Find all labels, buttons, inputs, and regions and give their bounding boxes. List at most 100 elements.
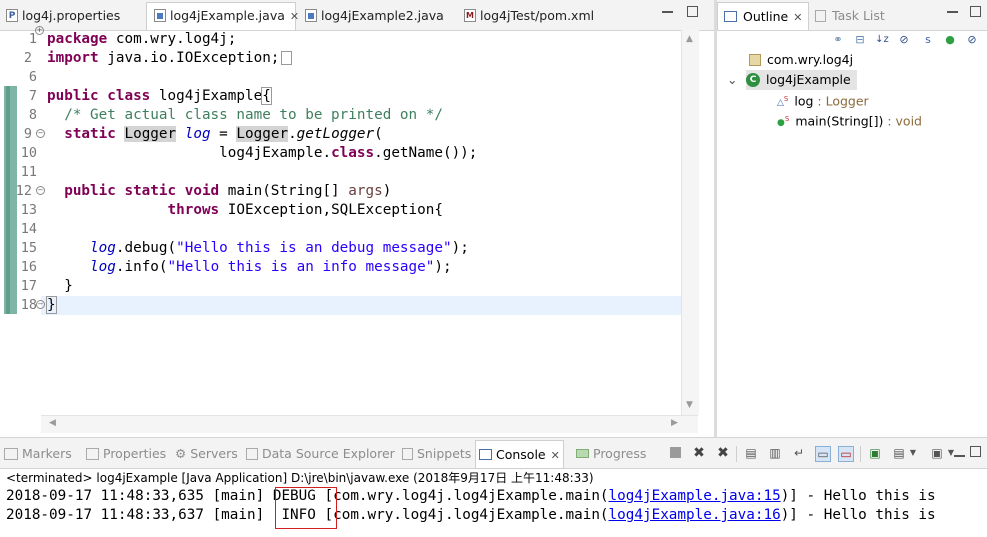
collapse-all-icon[interactable]: ⊟ — [853, 33, 867, 47]
line-number: 11 — [20, 164, 37, 180]
markers-icon — [4, 447, 18, 460]
tab-task-list[interactable]: Task List — [815, 2, 885, 30]
line-number: 6 — [28, 69, 37, 85]
tab-outline[interactable]: Outline ✕ — [717, 2, 809, 30]
minimize-icon[interactable] — [947, 11, 958, 13]
tab-pom-xml[interactable]: Mlog4jTest/pom.xml — [464, 3, 594, 29]
tab-label: log4jTest/pom.xml — [480, 8, 595, 23]
code-line-1: package com.wry.log4j; — [47, 31, 237, 47]
outline-field-node[interactable]: △S log : Logger — [777, 90, 869, 110]
package-icon — [749, 53, 761, 66]
line-number: 14 — [20, 221, 37, 237]
tab-properties[interactable]: Properties — [86, 444, 166, 464]
maximize-icon[interactable] — [687, 6, 698, 17]
outline-method-node[interactable]: ●S main(String[]) : void — [777, 110, 922, 130]
hide-nonpublic-icon[interactable]: ● — [943, 33, 957, 47]
java-file-icon — [305, 9, 317, 22]
code-line-7: public class log4jExample{ — [47, 87, 272, 105]
display-console-icon[interactable]: ▤ — [892, 446, 906, 460]
pin-console-icon[interactable]: ▣ — [868, 446, 882, 460]
close-tab-icon[interactable]: ✕ — [290, 10, 299, 23]
source-link[interactable]: log4jExample.java:15 — [609, 488, 781, 504]
close-tab-icon[interactable]: ✕ — [793, 11, 802, 24]
collapse-fold-icon[interactable]: − — [36, 300, 45, 309]
code-line-16: log.info("Hello this is an info message"… — [90, 259, 452, 275]
line-number: 17 — [20, 278, 37, 294]
line-number: 13 — [20, 202, 37, 218]
code-line-13: throws IOException,SQLException{ — [167, 202, 443, 218]
code-line-10: log4jExample.class.getName()); — [219, 145, 478, 161]
console-icon — [479, 449, 492, 460]
terminate-icon[interactable] — [670, 447, 681, 458]
terminated-status: <terminated> log4jExample [Java Applicat… — [6, 471, 594, 485]
maximize-icon[interactable] — [970, 6, 981, 17]
tab-log4jexample2-java[interactable]: log4jExample2.java — [305, 3, 444, 29]
remove-all-terminated-icon[interactable]: ✖ — [716, 446, 730, 460]
tab-snippets[interactable]: Snippets — [402, 444, 471, 464]
tab-label: log4jExample.java — [170, 8, 285, 23]
line-number-gutter: 1 2 6 7 8 9 10 11 12 13 14 15 16 17 18 — [16, 30, 41, 415]
collapse-fold-icon[interactable]: − — [36, 129, 45, 138]
expand-class-icon[interactable]: ⌄ — [727, 70, 737, 90]
editor-vertical-scrollbar[interactable]: ▲ ▼ — [681, 30, 699, 415]
open-console-icon[interactable]: ▣ — [930, 446, 944, 460]
code-line-18: } — [46, 296, 57, 314]
show-stderr-icon[interactable]: ▭ — [838, 446, 854, 462]
hide-static-icon[interactable]: s — [921, 33, 935, 47]
chevron-down-icon[interactable]: ▼ — [944, 446, 958, 460]
scroll-right-icon[interactable]: ▶ — [671, 418, 678, 428]
maximize-icon[interactable] — [970, 446, 981, 457]
tab-servers[interactable]: ⚙ Servers — [175, 444, 238, 464]
current-line-highlight — [41, 296, 681, 315]
sort-icon[interactable]: ↓z — [875, 33, 889, 47]
hide-fields-icon[interactable]: ⊘ — [897, 33, 911, 47]
properties-icon — [86, 447, 99, 460]
code-line-15: log.debug("Hello this is an debug messag… — [90, 240, 469, 256]
show-stdout-icon[interactable]: ▭ — [815, 446, 831, 462]
close-tab-icon[interactable]: ✕ — [551, 449, 560, 462]
clear-console-icon[interactable]: ▤ — [744, 446, 758, 460]
outline-package-node[interactable]: com.wry.log4j — [749, 50, 853, 70]
data-source-icon — [246, 447, 258, 460]
scroll-down-icon[interactable]: ▼ — [686, 400, 693, 410]
hide-local-types-icon[interactable]: ⊘ — [965, 33, 979, 47]
chevron-down-icon[interactable]: ▼ — [906, 446, 920, 460]
scroll-lock-icon[interactable]: ▥ — [768, 446, 782, 460]
task-list-icon — [815, 9, 826, 22]
scroll-left-icon[interactable]: ◀ — [49, 418, 56, 428]
tab-log4j-properties[interactable]: Plog4j.properties — [6, 3, 120, 29]
line-number: 12 — [15, 183, 32, 199]
expand-fold-icon[interactable]: + — [35, 26, 44, 35]
editor-horizontal-scrollbar[interactable]: ◀ ▶ — [41, 415, 698, 433]
console-line: 2018-09-17 11:48:33,635 [main] DEBUG [co… — [6, 488, 936, 504]
tab-markers[interactable]: Markers — [4, 444, 72, 464]
tab-console[interactable]: Console ✕ — [475, 440, 564, 469]
class-icon: C — [746, 72, 760, 87]
source-link[interactable]: log4jExample.java:16 — [609, 507, 781, 523]
tab-label: log4jExample2.java — [321, 8, 444, 23]
toolbar-separator — [736, 446, 737, 462]
minimize-icon[interactable] — [954, 455, 965, 457]
scroll-up-icon[interactable]: ▲ — [686, 34, 693, 44]
remove-launch-icon[interactable]: ✖ — [692, 446, 706, 460]
console-line: 2018-09-17 11:48:33,637 [main] INFO [com… — [6, 507, 936, 523]
line-number: 7 — [28, 88, 37, 104]
outline-class-node[interactable]: Clog4jExample — [746, 70, 857, 90]
snippets-icon — [402, 447, 413, 460]
word-wrap-icon[interactable]: ↵ — [792, 446, 806, 460]
line-number: 18 — [20, 297, 37, 313]
toolbar-separator — [860, 446, 861, 462]
line-number: 16 — [20, 259, 37, 275]
focus-icon[interactable]: ⚭ — [831, 33, 845, 47]
tab-data-source-explorer[interactable]: Data Source Explorer — [246, 444, 395, 464]
tab-progress[interactable]: Progress — [576, 444, 646, 464]
code-line-9: static Logger log = Logger.getLogger( — [64, 126, 383, 142]
collapse-fold-icon[interactable]: − — [36, 186, 45, 195]
progress-icon — [576, 449, 589, 458]
minimize-icon[interactable] — [662, 11, 673, 13]
tab-log4jexample-java[interactable]: log4jExample.java ✕ — [146, 2, 299, 30]
servers-icon: ⚙ — [175, 445, 187, 461]
code-line-17: } — [64, 278, 73, 294]
properties-file-icon: P — [6, 9, 18, 22]
java-file-icon — [154, 9, 166, 22]
